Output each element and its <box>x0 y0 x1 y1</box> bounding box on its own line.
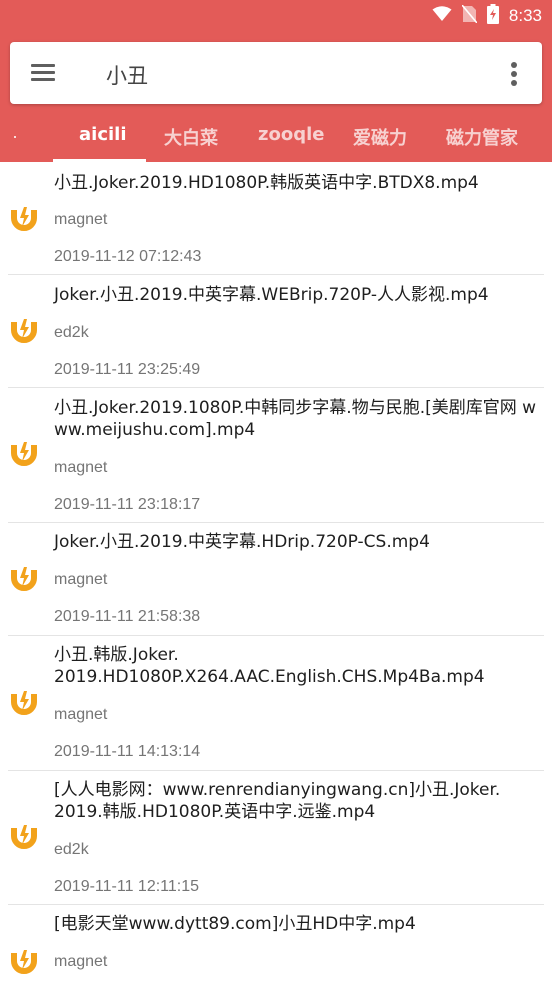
magnet-icon <box>10 316 38 346</box>
result-date: 2019-11-12 07:12:43 <box>54 248 202 265</box>
magnet-icon <box>10 204 38 234</box>
list-item[interactable]: Joker.小丑.2019.中英字幕.HDrip.720P-CS.mp4 mag… <box>0 523 552 635</box>
menu-icon[interactable] <box>28 60 58 86</box>
result-title: [电影天堂www.dytt89.com]小丑HD中字.mp4 <box>54 914 416 934</box>
search-query[interactable]: 小丑 <box>106 60 148 90</box>
list-item[interactable]: [人人电影网：www.renrendianyingwang.cn]小丑.Joke… <box>0 771 552 904</box>
no-sim-icon <box>461 3 478 28</box>
battery-charging-icon <box>486 3 499 29</box>
result-link-type: magnet <box>54 571 108 588</box>
result-link-type: magnet <box>54 953 108 970</box>
magnet-icon <box>10 439 38 469</box>
result-date: 2019-11-11 21:58:38 <box>54 608 201 625</box>
result-title: Joker.小丑.2019.中英字幕.HDrip.720P-CS.mp4 <box>54 532 430 552</box>
result-link-type: magnet <box>54 211 108 228</box>
source-tabs: aicili 大白菜 zooqle 爱磁力 磁力管家 <box>0 112 552 162</box>
result-title: 小丑.Joker.2019.HD1080P.韩版英语中字.BTDX8.mp4 <box>54 173 479 193</box>
list-item[interactable]: [电影天堂www.dytt89.com]小丑HD中字.mp4 magnet <box>0 905 552 981</box>
search-bar[interactable]: 小丑 <box>10 42 542 104</box>
result-link-type: magnet <box>54 459 108 476</box>
list-item[interactable]: 小丑.韩版.Joker. 2019.HD1080P.X264.AAC.Engli… <box>0 636 552 770</box>
list-item[interactable]: 小丑.Joker.2019.1080P.中韩同步字幕.物与民胞.[美剧库官网 w… <box>0 388 552 522</box>
result-date: 2019-11-11 14:13:14 <box>54 743 201 760</box>
list-item[interactable]: Joker.小丑.2019.中英字幕.WEBrip.720P-人人影视.mp4 … <box>0 275 552 387</box>
magnet-icon <box>10 564 38 594</box>
result-link-type: ed2k <box>54 841 89 858</box>
result-date: 2019-11-11 23:18:17 <box>54 496 201 513</box>
list-item[interactable]: 小丑.Joker.2019.HD1080P.韩版英语中字.BTDX8.mp4 m… <box>0 162 552 274</box>
result-link-type: magnet <box>54 706 108 723</box>
tab-zooqle[interactable]: zooqle <box>258 124 324 145</box>
result-date: 2019-11-11 12:11:15 <box>54 878 200 895</box>
result-date: 2019-11-11 23:25:49 <box>54 361 201 378</box>
tab-cili-guanjia[interactable]: 磁力管家 <box>446 124 518 150</box>
more-options-icon[interactable] <box>508 60 520 88</box>
result-link-type: ed2k <box>54 324 89 341</box>
tab-dabaicai[interactable]: 大白菜 <box>164 124 218 150</box>
tab-scroll-dot <box>14 136 16 138</box>
result-title: [人人电影网：www.renrendianyingwang.cn]小丑.Joke… <box>54 780 501 822</box>
result-title: 小丑.韩版.Joker. 2019.HD1080P.X264.AAC.Engli… <box>54 645 485 687</box>
result-title: 小丑.Joker.2019.1080P.中韩同步字幕.物与民胞.[美剧库官网 w… <box>54 398 537 440</box>
result-title: Joker.小丑.2019.中英字幕.WEBrip.720P-人人影视.mp4 <box>54 285 489 305</box>
tab-aicili-cn[interactable]: 爱磁力 <box>353 124 407 150</box>
magnet-icon <box>10 947 38 977</box>
app-header: 8:33 小丑 aicili 大白菜 zooqle 爱磁力 磁力管家 <box>0 0 552 162</box>
magnet-icon <box>10 822 38 852</box>
wifi-icon <box>432 5 452 27</box>
tab-aicili[interactable]: aicili <box>79 124 127 145</box>
status-time: 8:33 <box>508 6 542 25</box>
status-bar: 8:33 <box>0 0 552 33</box>
magnet-icon <box>10 688 38 718</box>
